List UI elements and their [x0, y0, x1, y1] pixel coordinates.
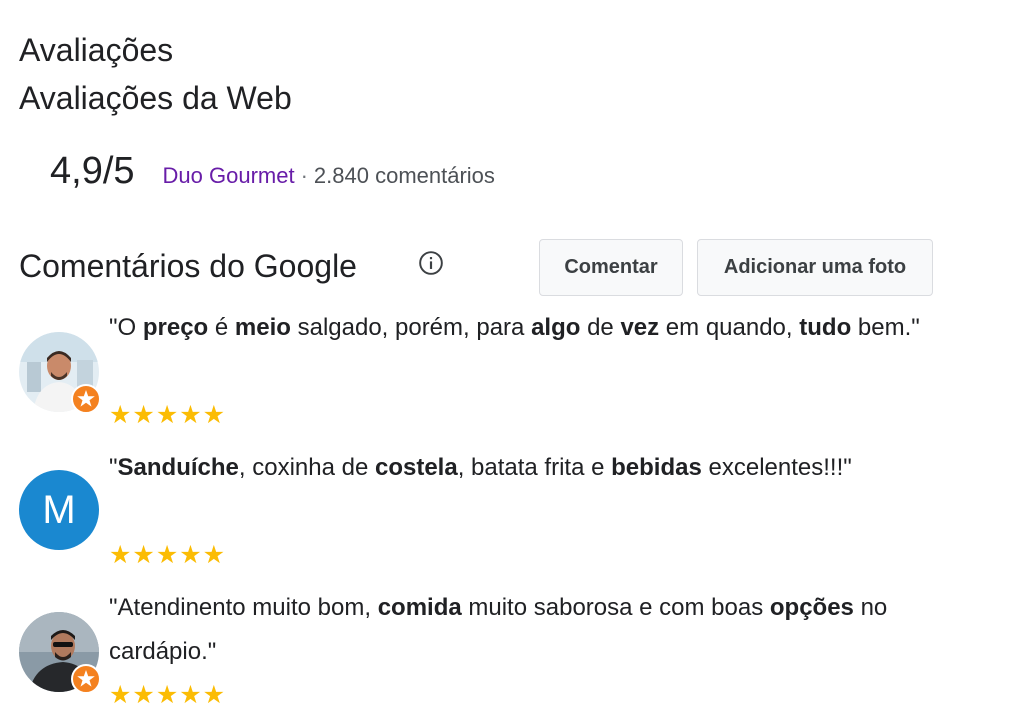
review-text-segment: , coxinha de [238, 454, 375, 481]
review-keyword: costela [374, 454, 458, 481]
review-keyword: tudo [799, 314, 852, 341]
review-text-segment: salgado, porém, para [290, 314, 532, 341]
avatar[interactable] [19, 332, 101, 414]
review-keyword: Sanduíche [117, 454, 239, 481]
review-text-segment: de [580, 314, 621, 341]
review-keyword: algo [531, 314, 581, 341]
review-keyword: bebidas [611, 454, 702, 481]
web-rating-row: 4,9/5 Duo Gourmet · 2.840 comentários [50, 150, 495, 193]
star-rating: ★★★★★ [109, 401, 227, 429]
review-text-segment: "O [109, 314, 143, 341]
review-text-segment: bem." [851, 314, 920, 341]
review-text-segment: é [208, 314, 235, 341]
review-count: 2.840 comentários [313, 163, 495, 188]
star-rating: ★★★★★ [109, 681, 227, 709]
info-icon[interactable] [418, 250, 444, 276]
comment-button[interactable]: Comentar [539, 239, 683, 296]
separator: · [300, 163, 308, 188]
review-keyword: preço [142, 314, 209, 341]
google-reviews-title: Comentários do Google [19, 248, 357, 284]
review-text-segment: muito saborosa e com boas [461, 594, 770, 621]
review-keyword: opções [769, 594, 854, 621]
review-text-segment: , batata frita e [457, 454, 612, 481]
review-text-segment: " [109, 454, 118, 481]
avatar[interactable] [19, 612, 101, 694]
local-guide-badge-icon [71, 384, 101, 414]
web-reviews-title: Avaliações da Web [19, 80, 292, 116]
avatar[interactable]: M [19, 470, 99, 550]
review-text-segment: excelentes!!!" [701, 454, 852, 481]
review-text: "Atendinento muito bom, comida muito sab… [109, 586, 929, 674]
review-text-segment: em quando, [659, 314, 800, 341]
rating-source-link[interactable]: Duo Gourmet [163, 163, 295, 189]
add-photo-button[interactable]: Adicionar uma foto [697, 239, 933, 296]
local-guide-badge-icon [71, 664, 101, 694]
review-keyword: meio [234, 314, 291, 341]
star-rating: ★★★★★ [109, 541, 227, 569]
rating-score: 4,9/5 [50, 150, 135, 192]
review-keyword: vez [620, 314, 660, 341]
avatar-letter: M [19, 470, 99, 550]
review-text-segment: "Atendinento muito bom, [109, 594, 378, 621]
review-text: "Sanduíche, coxinha de costela, batata f… [109, 446, 929, 490]
review-keyword: comida [377, 594, 462, 621]
page-title: Avaliações [19, 32, 174, 68]
review-text: "O preço é meio salgado, porém, para alg… [109, 306, 929, 350]
